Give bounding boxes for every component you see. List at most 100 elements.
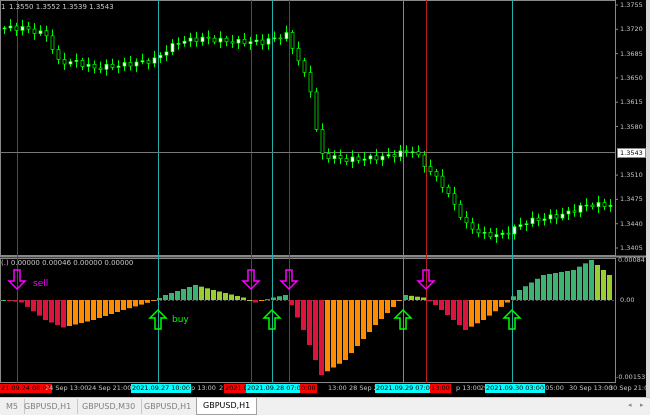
time-axis-label: 24 Sep 13:00 [45, 384, 89, 392]
histogram-bar [565, 271, 570, 300]
histogram-bar [505, 300, 510, 303]
histogram-bar [301, 300, 306, 330]
candle [608, 205, 613, 207]
symbol-prefix: 1 [1, 3, 6, 11]
candle [104, 63, 109, 70]
histogram-bar [187, 287, 192, 300]
candle [224, 37, 229, 43]
histogram-bar [535, 278, 540, 300]
price-axis-label: 1.3755 [620, 1, 643, 9]
time-axis-label: ep 13:00 [187, 384, 216, 392]
candle [320, 129, 325, 154]
histogram-bar [229, 294, 234, 300]
histogram-bar [331, 300, 336, 368]
adjacent-window-edge [646, 0, 650, 397]
price-axis-label: 1.3720 [620, 25, 643, 34]
histogram-bar [151, 300, 156, 301]
histogram-bar [487, 300, 492, 316]
histogram-bar [463, 300, 468, 330]
histogram-bar [217, 291, 222, 300]
chart-tab[interactable]: GBPUSD,H1 [196, 398, 258, 415]
chart-tab[interactable]: GBPUSD,M30 [76, 399, 143, 414]
candle [44, 30, 49, 37]
candle [134, 61, 139, 67]
histogram-bar [361, 300, 366, 339]
histogram-bar [367, 300, 372, 332]
price-axis-label: 1.3510 [620, 171, 643, 180]
histogram-bar [241, 297, 246, 300]
candle [380, 155, 385, 161]
candle [512, 226, 517, 235]
histogram-bar [145, 300, 150, 303]
candle [416, 151, 421, 156]
candle [602, 202, 607, 207]
histogram-bar [577, 266, 582, 300]
candle [212, 37, 217, 43]
histogram-bar [193, 285, 198, 300]
histogram-bar [169, 293, 174, 300]
price-axis-label: 1.3615 [620, 98, 643, 107]
time-axis-label: 2021.09.29 07:00 [375, 384, 436, 393]
chart-tab[interactable]: GBPUSD,H1 [18, 399, 79, 414]
histogram-bar [85, 300, 90, 322]
candle [386, 154, 391, 157]
histogram-bar [607, 275, 612, 300]
histogram-bar [235, 296, 240, 300]
candle [206, 36, 211, 39]
histogram-bar [277, 296, 282, 300]
indicator-readout: (.) 0.00000 0.00046 0.00000 0.00000 [1, 259, 134, 267]
histogram-bar [595, 265, 600, 300]
time-axis-label: 0:00 [300, 384, 317, 393]
candle [356, 156, 361, 161]
candle [56, 49, 61, 60]
time-axis-label: 2021.09.27 10:00 [131, 384, 192, 393]
candle [566, 210, 571, 215]
candle [74, 60, 79, 62]
chart-tab[interactable]: GBPUSD,H1 [138, 399, 199, 414]
histogram-bar [127, 300, 132, 309]
candle [110, 63, 115, 68]
candle [374, 155, 379, 161]
histogram-bar [157, 298, 162, 300]
histogram-bar [547, 274, 552, 300]
histogram-bar [31, 300, 36, 312]
candle [290, 32, 295, 49]
histogram-bar [349, 300, 354, 353]
candle [14, 25, 19, 31]
histogram-bar [493, 300, 498, 312]
candle [584, 204, 589, 207]
candle [26, 26, 31, 30]
histogram-bar [481, 300, 486, 320]
histogram-bar [199, 286, 204, 300]
histogram-bar [283, 295, 288, 300]
candle [362, 158, 367, 161]
histogram-bar [559, 272, 564, 300]
indicator-axis-zero: 0.00 [620, 296, 635, 304]
candle [494, 234, 499, 238]
candle [392, 154, 397, 158]
histogram-bar [43, 300, 48, 320]
candle [560, 213, 565, 219]
candle [86, 63, 91, 67]
histogram-bar [457, 300, 462, 325]
histogram-bar [247, 300, 252, 301]
histogram-bar [259, 300, 264, 301]
indicator-axis-bottom: -0.00153 [616, 373, 646, 381]
candle [344, 158, 349, 163]
histogram-bar [523, 286, 528, 300]
candle [80, 60, 85, 67]
histogram-bar [529, 282, 534, 300]
histogram-bar [475, 300, 480, 324]
candle [506, 232, 511, 235]
candle [464, 216, 469, 224]
scroll-left-icon[interactable]: ◂ [628, 401, 632, 409]
candle [140, 60, 145, 63]
candle [32, 28, 37, 34]
scroll-right-icon[interactable]: ▸ [640, 401, 644, 409]
histogram-bar [7, 300, 12, 301]
histogram-bar [439, 300, 444, 310]
histogram-bar [319, 300, 324, 375]
histogram-bar [469, 300, 474, 327]
chart-window[interactable]: 1 1.3550 1.3552 1.3539 1.3543 (.) 0.0000… [0, 0, 650, 397]
chart-canvas[interactable] [0, 0, 646, 397]
